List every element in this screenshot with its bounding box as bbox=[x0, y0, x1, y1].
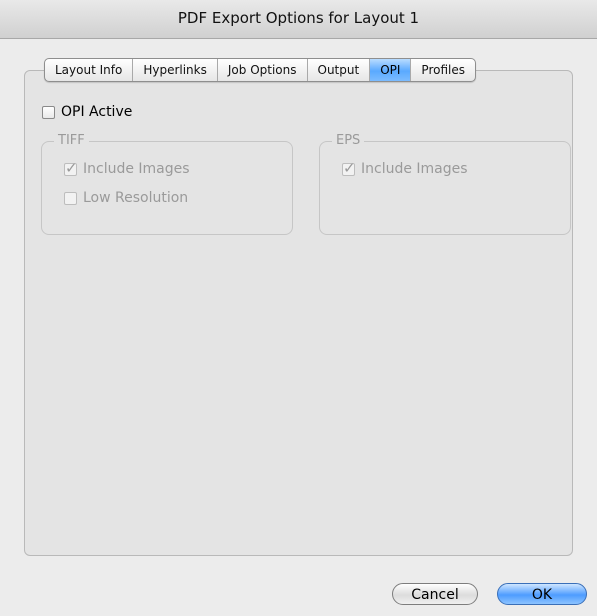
tab-bar: Layout Info Hyperlinks Job Options Outpu… bbox=[44, 58, 476, 82]
tab-profiles[interactable]: Profiles bbox=[411, 59, 475, 81]
tiff-group: TIFF bbox=[41, 133, 293, 235]
tab-opi[interactable]: OPI bbox=[370, 59, 412, 81]
dialog-window: PDF Export Options for Layout 1 Layout I… bbox=[0, 0, 597, 616]
eps-include-images-checkbox: ✓ bbox=[342, 159, 356, 177]
tiff-group-legend: TIFF bbox=[54, 133, 89, 148]
eps-include-images-row: ✓ Include Images bbox=[342, 159, 468, 177]
opi-active-checkbox[interactable] bbox=[42, 105, 55, 119]
tiff-include-images-label: Include Images bbox=[83, 161, 190, 177]
dialog-title: PDF Export Options for Layout 1 bbox=[177, 9, 420, 27]
tab-hyperlinks[interactable]: Hyperlinks bbox=[133, 59, 218, 81]
cancel-button[interactable]: Cancel bbox=[392, 583, 478, 605]
tab-layout-info[interactable]: Layout Info bbox=[45, 59, 134, 81]
tiff-low-resolution-checkbox bbox=[64, 191, 77, 205]
tiff-include-images-checkbox: ✓ bbox=[64, 159, 78, 177]
eps-include-images-label: Include Images bbox=[361, 161, 468, 177]
tiff-include-images-row: ✓ Include Images bbox=[64, 159, 190, 177]
tiff-low-resolution-label: Low Resolution bbox=[83, 190, 189, 206]
tab-output[interactable]: Output bbox=[308, 59, 371, 81]
tab-job-options[interactable]: Job Options bbox=[218, 59, 308, 81]
title-bar: PDF Export Options for Layout 1 bbox=[0, 0, 597, 39]
checkmark-icon: ✓ bbox=[65, 158, 78, 177]
eps-group-legend: EPS bbox=[332, 133, 365, 148]
opi-active-label: OPI Active bbox=[61, 104, 133, 120]
ok-button[interactable]: OK bbox=[497, 583, 587, 605]
tiff-low-resolution-row: Low Resolution bbox=[64, 190, 188, 206]
eps-group: EPS bbox=[319, 133, 571, 235]
checkmark-icon: ✓ bbox=[343, 158, 356, 177]
opi-active-row[interactable]: OPI Active bbox=[42, 104, 132, 120]
